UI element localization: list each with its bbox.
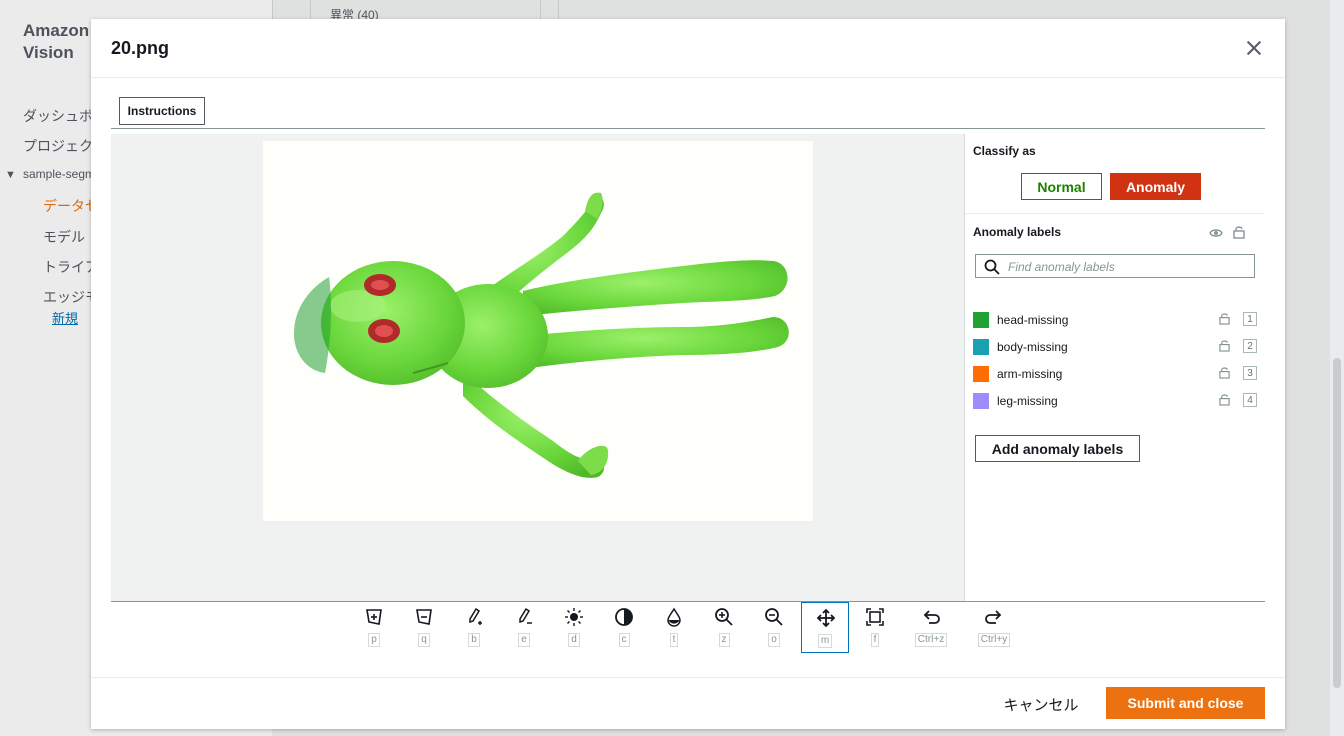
- instructions-tab[interactable]: Instructions: [119, 97, 205, 125]
- classify-normal-button[interactable]: Normal: [1021, 173, 1102, 200]
- classify-title: Classify as: [973, 144, 1036, 158]
- label-panel: Classify as Normal Anomaly Anomaly label…: [965, 134, 1265, 601]
- page-scrollbar[interactable]: [1330, 0, 1344, 736]
- eraser-tool[interactable]: e: [500, 602, 548, 653]
- label-item-leg-missing[interactable]: leg-missing 4: [973, 391, 1258, 411]
- undo-icon: [923, 610, 940, 624]
- unlock-icon[interactable]: [1219, 312, 1230, 325]
- search-icon: [984, 259, 1000, 275]
- close-icon[interactable]: [1243, 37, 1265, 59]
- polygon-minus-icon: [416, 609, 432, 625]
- lock-icon[interactable]: [1233, 225, 1245, 239]
- divider: [965, 213, 1265, 214]
- transparency-tool[interactable]: t: [650, 602, 698, 653]
- label-search-box: [975, 254, 1255, 278]
- unlock-icon[interactable]: [1219, 339, 1230, 352]
- drop-icon: [667, 607, 681, 627]
- contrast-icon: [615, 608, 633, 626]
- tab-divider: [111, 128, 1265, 129]
- zoom-out-tool[interactable]: o: [750, 602, 798, 653]
- label-name: leg-missing: [997, 394, 1058, 408]
- unlock-icon[interactable]: [1219, 366, 1230, 379]
- label-hotkey: 1: [1243, 312, 1257, 326]
- tool-hotkey: e: [518, 633, 530, 647]
- anomaly-labels-title: Anomaly labels: [973, 225, 1062, 239]
- eraser-icon: [519, 607, 532, 624]
- tool-hotkey: q: [418, 633, 430, 647]
- label-item-arm-missing[interactable]: arm-missing 3: [973, 364, 1258, 384]
- contrast-tool[interactable]: c: [600, 602, 648, 653]
- polygon-subtract-tool[interactable]: q: [400, 602, 448, 653]
- tool-hotkey: z: [718, 633, 730, 647]
- eye-icon[interactable]: [1209, 226, 1223, 240]
- classify-anomaly-button[interactable]: Anomaly: [1110, 173, 1201, 200]
- label-name: body-missing: [997, 340, 1068, 354]
- tool-hotkey: o: [768, 633, 780, 647]
- redo-tool[interactable]: Ctrl+y: [968, 602, 1020, 653]
- label-name: head-missing: [997, 313, 1069, 327]
- brush-tool[interactable]: b: [450, 602, 498, 653]
- label-color-swatch: [973, 366, 989, 382]
- cancel-button[interactable]: キャンセル: [996, 689, 1086, 719]
- zoom-in-icon: [715, 608, 733, 626]
- label-color-swatch: [973, 312, 989, 328]
- label-item-head-missing[interactable]: head-missing 1: [973, 310, 1258, 330]
- undo-tool[interactable]: Ctrl+z: [905, 602, 957, 653]
- tool-hotkey: c: [618, 633, 630, 647]
- image-under-review[interactable]: [263, 141, 813, 521]
- label-item-body-missing[interactable]: body-missing 2: [973, 337, 1258, 357]
- modal-title: 20.png: [111, 38, 170, 58]
- label-hotkey: 3: [1243, 366, 1257, 380]
- tool-hotkey: f: [870, 633, 880, 647]
- brush-icon: [469, 607, 482, 625]
- move-tool[interactable]: m: [801, 602, 849, 653]
- zoom-in-tool[interactable]: z: [700, 602, 748, 653]
- zoom-out-icon: [765, 608, 783, 626]
- labeling-canvas[interactable]: [111, 134, 964, 601]
- label-hotkey: 4: [1243, 393, 1257, 407]
- label-search-input[interactable]: [1008, 259, 1248, 275]
- brightness-tool[interactable]: d: [550, 602, 598, 653]
- fit-tool[interactable]: f: [851, 602, 899, 653]
- label-name: arm-missing: [997, 367, 1063, 381]
- label-color-swatch: [973, 339, 989, 355]
- add-anomaly-labels-button[interactable]: Add anomaly labels: [975, 435, 1140, 462]
- tool-hotkey: d: [568, 633, 580, 647]
- scrollbar-thumb[interactable]: [1333, 358, 1341, 688]
- fit-icon: [866, 608, 884, 626]
- alien-toy-image: [293, 192, 789, 478]
- footer-divider: [91, 677, 1285, 678]
- tool-hotkey: Ctrl+y: [977, 633, 1011, 647]
- move-icon: [816, 608, 836, 628]
- polygon-plus-icon: [366, 609, 382, 625]
- label-hotkey: 2: [1243, 339, 1257, 353]
- tool-hotkey: Ctrl+z: [914, 633, 948, 647]
- tool-hotkey: m: [817, 634, 833, 648]
- tool-hotkey: p: [368, 633, 380, 647]
- submit-and-close-button[interactable]: Submit and close: [1106, 687, 1265, 719]
- polygon-add-tool[interactable]: p: [350, 602, 398, 653]
- unlock-icon[interactable]: [1219, 393, 1230, 406]
- tool-hotkey: t: [669, 633, 679, 647]
- modal-header: 20.png: [91, 19, 1285, 78]
- labeling-modal: 20.png Instructions Classify as Normal A…: [91, 19, 1285, 729]
- tool-hotkey: b: [468, 633, 480, 647]
- sun-icon: [565, 608, 583, 626]
- redo-icon: [985, 610, 1002, 624]
- label-color-swatch: [973, 393, 989, 409]
